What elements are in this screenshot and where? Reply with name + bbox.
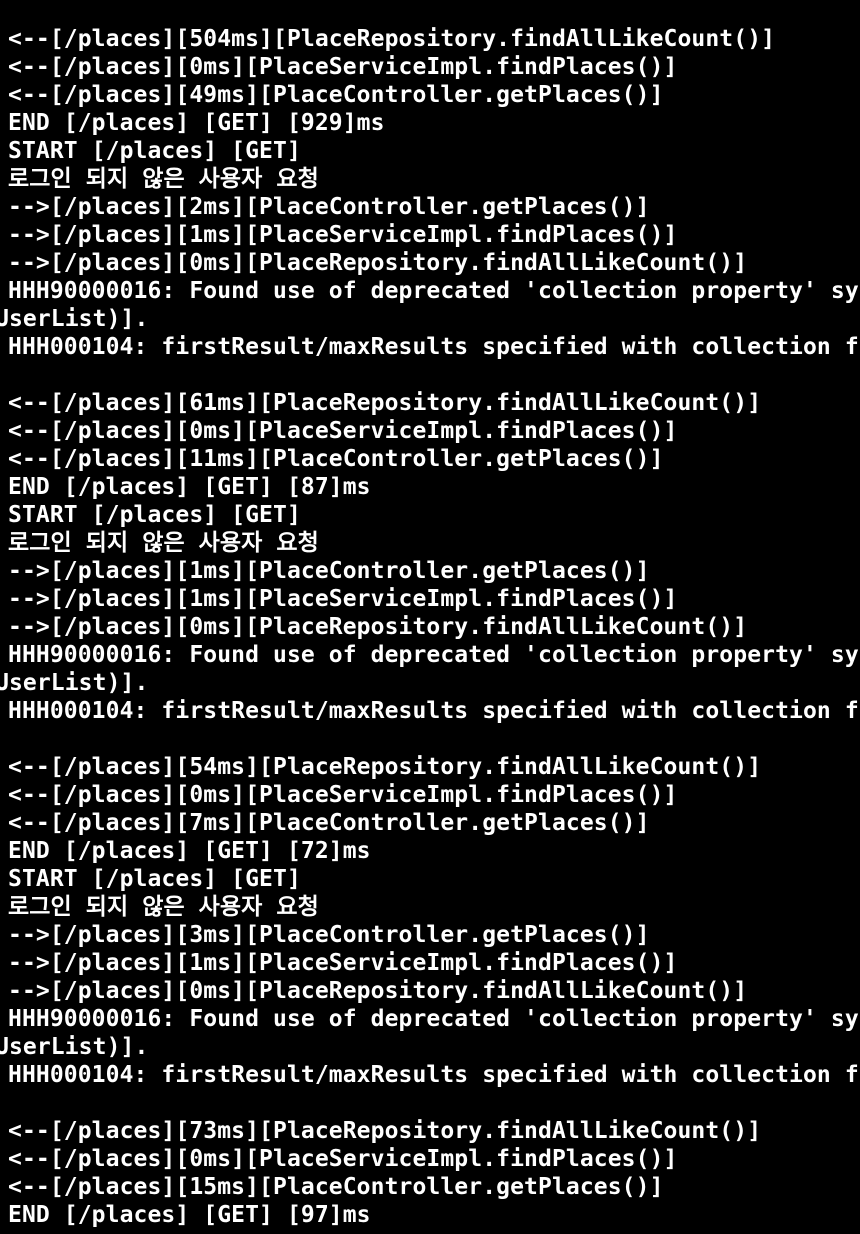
log-line: <--[/places][54ms][PlaceRepository.findA… (8, 754, 762, 780)
log-line: -->[/places][1ms][PlaceServiceImpl.findP… (8, 586, 678, 612)
log-line: 로그인 되지 않은 사용자 요청 (8, 894, 319, 920)
log-line: END [/places] [GET] [72]ms (8, 838, 371, 864)
log-line: <--[/places][504ms][PlaceRepository.find… (8, 26, 776, 52)
log-line: <--[/places][73ms][PlaceRepository.findA… (8, 1118, 762, 1144)
log-line: HHH90000016: Found use of deprecated 'co… (8, 278, 859, 304)
log-line: -->[/places][0ms][PlaceRepository.findAl… (8, 614, 748, 640)
log-line: -->[/places][1ms][PlaceServiceImpl.findP… (8, 950, 678, 976)
log-line: <--[/places][7ms][PlaceController.getPla… (8, 810, 650, 836)
log-line: HHH000104: firstResult/maxResults specif… (8, 334, 859, 360)
log-line: START [/places] [GET] (8, 138, 301, 164)
log-line: -->[/places][2ms][PlaceController.getPla… (8, 194, 650, 220)
log-line: HHH90000016: Found use of deprecated 'co… (8, 642, 859, 668)
log-line: HHH000104: firstResult/maxResults specif… (8, 698, 859, 724)
log-line: UserList)]. (0, 306, 149, 332)
log-line: END [/places] [GET] [87]ms (8, 474, 371, 500)
log-line: <--[/places][49ms][PlaceController.getPl… (8, 82, 664, 108)
log-line: <--[/places][0ms][PlaceServiceImpl.findP… (8, 1146, 678, 1172)
log-line: -->[/places][0ms][PlaceRepository.findAl… (8, 250, 748, 276)
log-line: -->[/places][1ms][PlaceController.getPla… (8, 558, 650, 584)
log-line: START [/places] [GET] (8, 502, 301, 528)
terminal-output: <--[/places][504ms][PlaceRepository.find… (0, 0, 860, 1234)
log-line: UserList)]. (0, 670, 149, 696)
log-line: -->[/places][1ms][PlaceServiceImpl.findP… (8, 222, 678, 248)
log-line: -->[/places][0ms][PlaceRepository.findAl… (8, 978, 748, 1004)
log-line: <--[/places][11ms][PlaceController.getPl… (8, 446, 664, 472)
log-line: HHH90000016: Found use of deprecated 'co… (8, 1006, 859, 1032)
log-line: <--[/places][61ms][PlaceRepository.findA… (8, 390, 762, 416)
log-line: UserList)]. (0, 1034, 149, 1060)
log-line: <--[/places][0ms][PlaceServiceImpl.findP… (8, 54, 678, 80)
log-line: 로그인 되지 않은 사용자 요청 (8, 530, 319, 556)
log-line: -->[/places][3ms][PlaceController.getPla… (8, 922, 650, 948)
log-line: <--[/places][0ms][PlaceServiceImpl.findP… (8, 418, 678, 444)
log-line: END [/places] [GET] [97]ms (8, 1202, 371, 1228)
log-line: HHH000104: firstResult/maxResults specif… (8, 1062, 859, 1088)
log-line: START [/places] [GET] (8, 866, 301, 892)
log-line: END [/places] [GET] [929]ms (8, 110, 385, 136)
log-line: 로그인 되지 않은 사용자 요청 (8, 166, 319, 192)
log-line: <--[/places][15ms][PlaceController.getPl… (8, 1174, 664, 1200)
log-line: <--[/places][0ms][PlaceServiceImpl.findP… (8, 782, 678, 808)
